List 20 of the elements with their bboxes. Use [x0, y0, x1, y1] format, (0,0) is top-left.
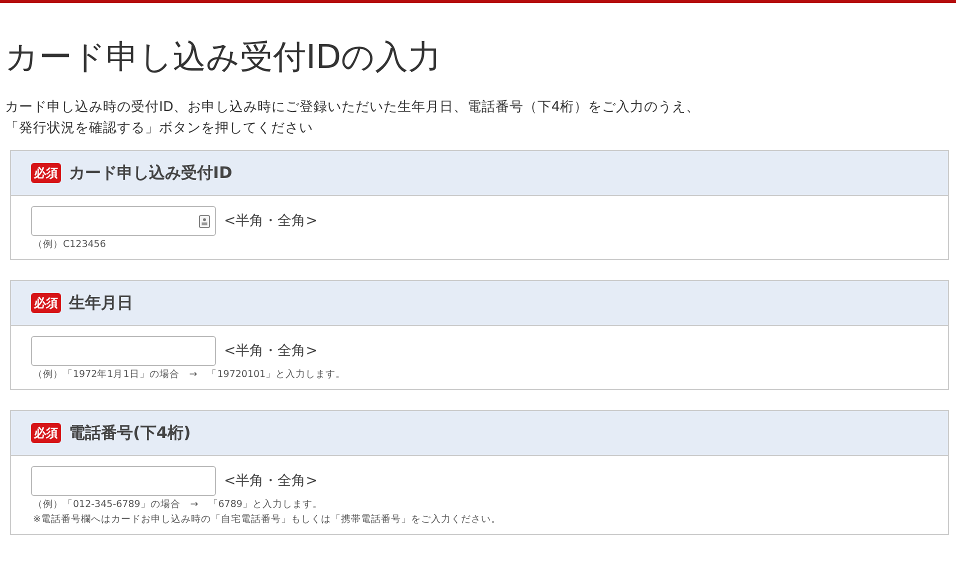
example-note: （例）「1972年1月1日」の場合 → 「19720101」と入力します。: [33, 368, 347, 381]
field-label: カード申し込み受付ID: [69, 162, 232, 184]
input-field[interactable]: [31, 336, 216, 366]
input-hint: <半角・全角>: [224, 472, 318, 490]
required-badge: 必須: [31, 293, 61, 313]
example-note: （例）C123456: [33, 238, 107, 251]
example-note: ※電話番号欄へはカードお申し込み時の「自宅電話番号」もしくは「携帯電話番号」をご入力ください。: [33, 513, 502, 526]
input-field[interactable]: [31, 466, 216, 496]
input-hint: <半角・全角>: [224, 212, 318, 230]
required-badge: 必須: [31, 163, 61, 183]
intro-text: カード申し込み時の受付ID、お申し込み時にご登録いただいた生年月日、電話番号（下4桁）をご入力のうえ、: [5, 98, 701, 117]
example-note: （例）「012-345-6789」の場合 → 「6789」と入力します。: [33, 498, 324, 511]
intro-text: 「発行状況を確認する」ボタンを押してください: [5, 119, 314, 138]
required-badge: 必須: [31, 423, 61, 443]
field-label: 生年月日: [69, 292, 133, 314]
page-title: カード申し込み受付IDの入力: [5, 36, 442, 78]
input-hint: <半角・全角>: [224, 342, 318, 360]
contact-card-icon[interactable]: [199, 214, 210, 228]
input-field[interactable]: [31, 206, 216, 236]
field-label: 電話番号(下4桁): [69, 422, 191, 444]
